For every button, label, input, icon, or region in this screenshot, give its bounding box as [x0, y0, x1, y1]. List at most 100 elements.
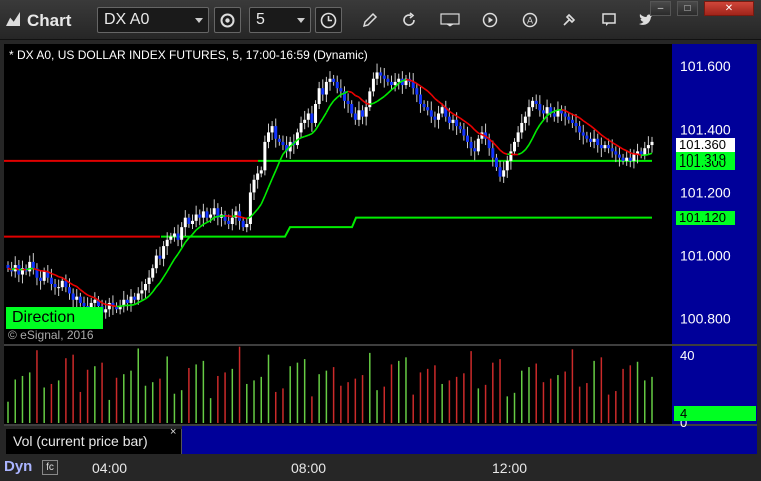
interval-input[interactable]: 5 — [249, 7, 311, 33]
candle-down — [585, 135, 589, 139]
candle-down — [455, 119, 459, 127]
candle-down — [382, 75, 386, 79]
candle-down — [560, 110, 564, 114]
ma-segment — [242, 216, 247, 220]
candle-up — [520, 122, 524, 133]
candle-down — [187, 217, 191, 224]
volume-axis-top: 40 — [680, 348, 694, 363]
tools-button[interactable] — [557, 8, 581, 32]
candle-up — [201, 211, 205, 218]
candle-down — [617, 154, 621, 158]
price-tick-label: 100.800 — [680, 311, 731, 327]
candle-up — [328, 78, 332, 82]
candle-down — [588, 138, 592, 142]
candle-down — [628, 157, 632, 161]
candle-down — [541, 110, 545, 114]
candle-down — [563, 113, 567, 117]
candle-down — [346, 100, 350, 104]
ma-segment — [214, 215, 219, 219]
time-axis[interactable]: Dyn fc 04:00 08:00 12:00 — [0, 455, 761, 481]
study-strip-axis — [672, 426, 757, 454]
chart-header: * DX A0, US DOLLAR INDEX FUTURES, 5, 17:… — [9, 48, 368, 62]
candle-down — [176, 233, 180, 240]
candle-down — [415, 88, 419, 95]
chevron-down-icon[interactable] — [297, 18, 305, 23]
candle-down — [125, 299, 129, 303]
svg-text:A: A — [527, 16, 533, 26]
candle-down — [82, 302, 86, 307]
candle-down — [339, 88, 343, 92]
candle-up — [256, 173, 260, 180]
candle-down — [574, 122, 578, 127]
candle-down — [462, 129, 466, 136]
chart-window: Chart DX A0 5 A – □ ✕ * DX A0, US DOLLAR… — [0, 0, 761, 481]
support-line-tag: 101.300 — [676, 161, 735, 170]
settings-button[interactable] — [214, 7, 241, 33]
candle-down — [599, 145, 603, 149]
ma-segment — [347, 90, 352, 94]
alerts-button[interactable]: A — [518, 8, 542, 32]
ma-segment — [630, 152, 635, 155]
candle-down — [386, 78, 390, 82]
candle-up — [169, 236, 173, 240]
dynamic-button[interactable]: Dyn — [4, 458, 32, 475]
pencil-icon — [362, 12, 378, 28]
price-chart[interactable]: * DX A0, US DOLLAR INDEX FUTURES, 5, 17:… — [0, 40, 761, 455]
candle-down — [469, 141, 473, 149]
candle-up — [324, 81, 328, 95]
candle-down — [581, 132, 585, 136]
maximize-button[interactable]: □ — [677, 1, 698, 16]
ma-segment — [25, 267, 30, 271]
watermark: © eSignal, 2016 — [8, 328, 94, 342]
chat-icon — [602, 13, 616, 26]
price-tick-label: 101.400 — [680, 121, 731, 137]
ma-segment — [130, 303, 135, 306]
candle-up — [502, 170, 506, 177]
chevron-down-icon[interactable] — [195, 18, 203, 23]
candle-down — [422, 104, 426, 108]
candle-up — [194, 214, 198, 221]
candle-up — [143, 284, 147, 291]
candle-down — [78, 296, 82, 303]
replay-button[interactable] — [478, 8, 502, 32]
get-button[interactable] — [438, 8, 462, 32]
candle-up — [75, 296, 79, 300]
minimize-button[interactable]: – — [650, 1, 671, 16]
toolbar: Chart DX A0 5 A – □ ✕ — [0, 0, 761, 40]
close-icon: ✕ — [724, 3, 734, 14]
candle-up — [513, 141, 517, 152]
candle-down — [281, 141, 285, 146]
candle-down — [596, 138, 600, 146]
close-button[interactable]: ✕ — [704, 1, 754, 16]
maximize-icon: □ — [684, 3, 691, 14]
study-close-icon[interactable]: × — [170, 426, 176, 438]
candle-up — [57, 287, 61, 289]
candle-up — [259, 170, 263, 174]
draw-button[interactable] — [358, 8, 382, 32]
volume-study-label[interactable]: Vol (current price bar) — [6, 429, 182, 454]
candle-down — [570, 119, 574, 123]
candle-up — [248, 192, 252, 224]
refresh-button[interactable] — [397, 8, 421, 32]
symbol-input[interactable]: DX A0 — [97, 7, 209, 33]
candle-down — [274, 126, 278, 139]
candle-up — [151, 268, 155, 278]
candle-down — [610, 148, 614, 152]
time-template-button[interactable] — [315, 7, 342, 33]
candle-up — [104, 309, 108, 313]
candle-down — [465, 135, 469, 142]
candle-up — [303, 119, 307, 123]
candle-up — [545, 107, 549, 114]
candle-down — [538, 104, 542, 111]
ma-segment — [112, 305, 117, 308]
candle-down — [447, 116, 451, 123]
candle-up — [527, 107, 531, 117]
ma-segment — [644, 153, 649, 156]
chat-button[interactable] — [597, 8, 621, 32]
candle-up — [437, 113, 441, 120]
candle-down — [567, 116, 571, 120]
settings-gear-icon — [220, 13, 235, 27]
candle-up — [556, 110, 560, 117]
lock-icon[interactable]: fc — [42, 460, 58, 475]
candle-down — [68, 287, 72, 294]
